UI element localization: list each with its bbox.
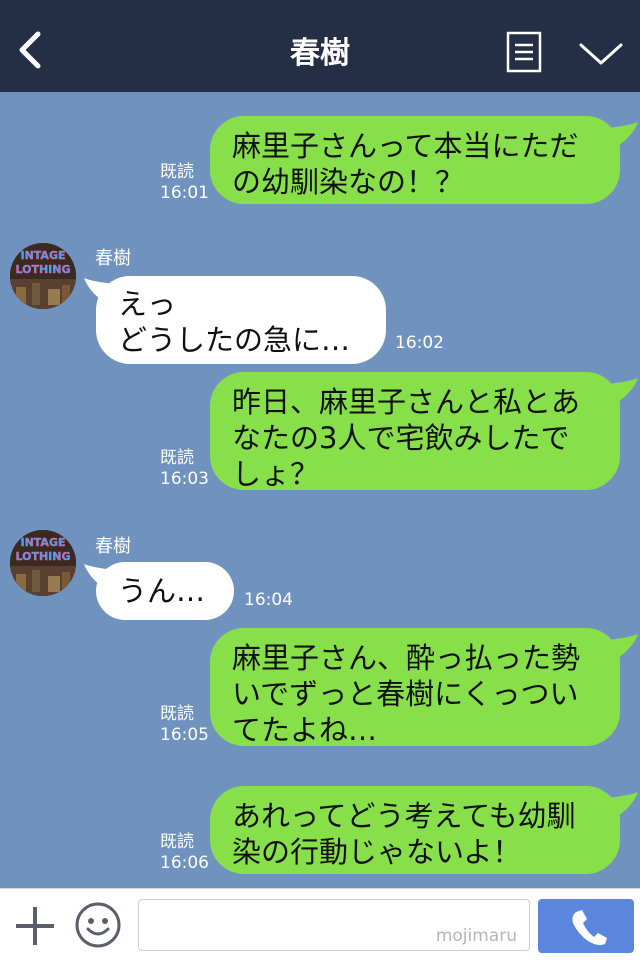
avatar-text-1: INTAGE <box>20 249 65 262</box>
chat-header: 春樹 <box>0 0 640 92</box>
bubble-tail <box>606 122 638 150</box>
avatar[interactable]: INTAGE LOTHING <box>10 530 76 596</box>
message-bubble-outgoing[interactable]: あれってどう考えても幼馴 染の行動じゃないよ！ <box>210 786 620 874</box>
message-bubble-outgoing[interactable]: 昨日、麻里子さんと私とあ なたの3人で宅飲みしたで しょ？ <box>210 372 620 491</box>
bubble-tail <box>606 634 638 662</box>
list-icon[interactable] <box>506 31 542 73</box>
read-receipt: 既読 <box>160 448 194 468</box>
message-meta: 既読 16:03 <box>160 448 209 490</box>
chat-title: 春樹 <box>290 36 350 71</box>
timestamp: 16:03 <box>160 469 209 489</box>
sender-name: 春樹 <box>95 536 131 557</box>
avatar-image: INTAGE LOTHING <box>10 530 76 596</box>
read-receipt: 既読 <box>160 162 194 182</box>
sender-name: 春樹 <box>95 248 131 269</box>
timestamp: 16:06 <box>160 853 209 873</box>
call-button[interactable] <box>538 899 634 953</box>
phone-icon <box>572 910 607 945</box>
avatar-text-1: INTAGE <box>20 536 65 549</box>
message-meta: 既読 16:05 <box>160 704 209 746</box>
read-receipt: 既読 <box>160 704 194 724</box>
message-composer: mojimaru <box>0 888 640 960</box>
avatar[interactable]: INTAGE LOTHING <box>10 243 76 309</box>
read-receipt: 既読 <box>160 832 194 852</box>
message-bubble-incoming[interactable]: えっ どうしたの急に… <box>96 276 386 364</box>
watermark: mojimaru <box>435 926 517 946</box>
message-bubble-outgoing[interactable]: 麻里子さんって本当にただ の幼馴染なの！？ <box>210 116 620 204</box>
message-meta: 既読 16:06 <box>160 832 209 874</box>
message-input[interactable]: mojimaru <box>138 899 530 951</box>
bubble-tail <box>606 792 638 820</box>
timestamp: 16:05 <box>160 725 209 745</box>
chat-area[interactable]: 既読 16:01 麻里子さんって本当にただ の幼馴染なの！？ INTAGE LO… <box>0 92 640 888</box>
avatar-image: INTAGE LOTHING <box>10 243 76 309</box>
message-bubble-outgoing[interactable]: 麻里子さん、酔っ払った勢 いでずっと春樹にくっつい てたよね… <box>210 628 620 747</box>
avatar-text-2: LOTHING <box>15 263 70 276</box>
message-bubble-incoming[interactable]: うん… <box>96 562 234 620</box>
timestamp: 16:02 <box>395 333 444 353</box>
bubble-tail <box>606 378 638 406</box>
timestamp: 16:01 <box>160 183 209 203</box>
avatar-text-2: LOTHING <box>15 550 70 563</box>
smiley-icon[interactable] <box>74 901 122 949</box>
chevron-down-icon[interactable] <box>578 40 624 68</box>
timestamp: 16:04 <box>244 590 293 610</box>
plus-icon[interactable] <box>14 905 56 947</box>
message-meta: 既読 16:01 <box>160 162 209 204</box>
